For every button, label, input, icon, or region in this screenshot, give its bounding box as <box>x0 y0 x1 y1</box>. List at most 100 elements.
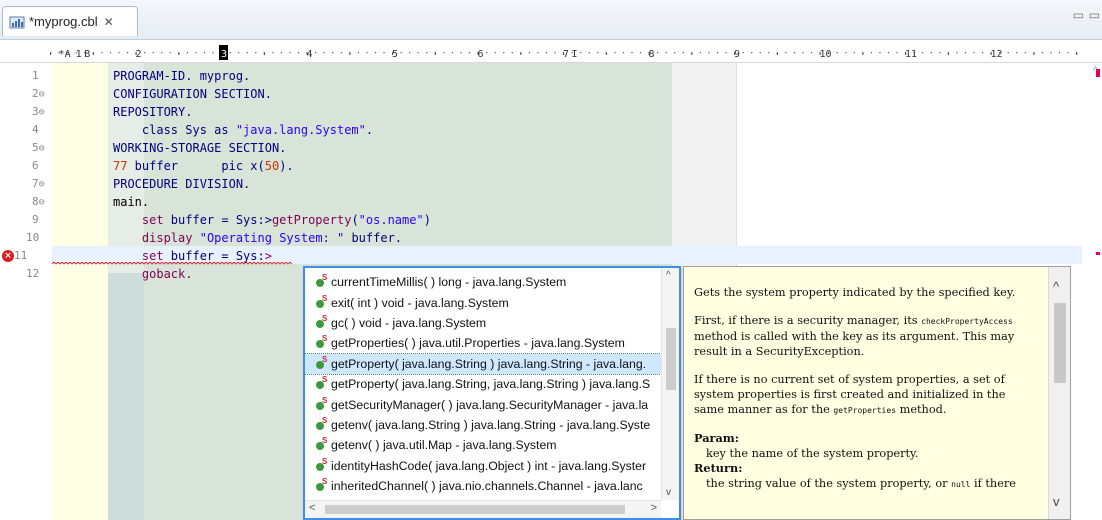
code-line[interactable]: 1 PROGRAM-ID. myprog. <box>0 67 740 85</box>
maximize-icon[interactable]: ▭ <box>1089 8 1100 22</box>
ruler-tick <box>639 52 642 54</box>
completion-item[interactable]: Sgetenv( ) java.util.Map - java.lang.Sys… <box>305 435 661 455</box>
completion-item[interactable]: SidentityHashCode( java.lang.Object ) in… <box>305 456 661 476</box>
code-line[interactable]: 11 × set buffer = Sys:> <box>0 247 740 265</box>
code-text: WORKING-STORAGE SECTION. <box>113 141 287 155</box>
scroll-left-icon[interactable]: < <box>309 502 315 514</box>
close-icon[interactable]: ✕ <box>104 15 114 29</box>
ruler-tick <box>161 52 163 54</box>
ruler-tick <box>323 52 325 54</box>
ruler-tick <box>537 52 539 54</box>
ruler-tick <box>366 52 368 54</box>
line-number: 4 <box>32 123 39 136</box>
ruler-tick <box>810 52 813 54</box>
scroll-right-icon[interactable]: > <box>651 502 657 514</box>
code-line[interactable]: 10 display "Operating System: " buffer. <box>0 229 740 247</box>
fold-toggle-icon[interactable]: ⊖ <box>39 107 45 118</box>
completion-list[interactable]: ScurrentTimeMillis( ) long - java.lang.S… <box>305 272 662 496</box>
ruler-tick <box>708 52 710 54</box>
ruler-tick <box>212 52 214 54</box>
code-line[interactable]: 5⊖ WORKING-STORAGE SECTION. <box>0 139 740 157</box>
code-text: goback. <box>113 267 193 281</box>
code-line[interactable]: 4 class Sys as "java.lang.System". <box>0 121 740 139</box>
completion-item[interactable]: Sexit( int ) void - java.lang.System <box>305 292 661 312</box>
completion-item[interactable]: Sgc( ) void - java.lang.System <box>305 313 661 333</box>
ruler-tick <box>357 52 359 54</box>
ruler-tick <box>50 52 52 55</box>
ruler-tick <box>776 52 778 55</box>
completion-item[interactable]: SinheritedChannel( ) java.nio.channels.C… <box>305 476 661 496</box>
code-text: set buffer = Sys:>getProperty("os.name") <box>113 213 431 227</box>
ruler-label: 11 <box>905 49 917 60</box>
ruler-label: *A <box>59 49 71 60</box>
ruler-tick <box>956 52 958 54</box>
code-text: set buffer = Sys:> <box>113 249 272 263</box>
ruler-tick <box>494 52 496 54</box>
completion-item[interactable]: ScurrentTimeMillis( ) long - java.lang.S… <box>305 272 661 292</box>
completion-item[interactable]: SgetProperties( ) java.util.Properties -… <box>305 333 661 353</box>
code-text: PROCEDURE DIVISION. <box>113 177 251 191</box>
completion-item[interactable]: SgetProperty( java.lang.String ) java.la… <box>305 352 662 375</box>
ruler-label: I <box>572 49 578 60</box>
content-assist-popup[interactable]: ScurrentTimeMillis( ) long - java.lang.S… <box>303 266 681 520</box>
scroll-thumb[interactable] <box>325 505 625 514</box>
ruler-tick <box>964 52 967 54</box>
line-number: 11 <box>14 249 28 262</box>
code-line[interactable]: 2⊖ CONFIGURATION SECTION. <box>0 85 740 103</box>
scroll-thumb[interactable] <box>666 328 676 390</box>
ruler-label: 5 <box>392 49 398 60</box>
ruler-tick <box>229 52 231 54</box>
javadoc-content: Gets the system property indicated by th… <box>694 285 1034 492</box>
static-method-icon: S <box>315 294 329 310</box>
code-line[interactable]: 6 77 buffer pic x(50). <box>0 157 740 175</box>
error-icon[interactable]: × <box>2 250 14 262</box>
code-line[interactable]: 7⊖ PROCEDURE DIVISION. <box>0 175 740 193</box>
ruler-tick <box>126 52 129 54</box>
code-text: REPOSITORY. <box>113 105 193 119</box>
code-line[interactable]: 9 set buffer = Sys:>getProperty("os.name… <box>0 211 740 229</box>
ruler-tick <box>486 52 488 54</box>
area-a-shaded <box>108 273 144 520</box>
ruler-tick <box>545 52 548 54</box>
ruler-tick <box>1024 52 1026 54</box>
fold-toggle-icon[interactable]: ⊖ <box>39 197 45 208</box>
ruler-tick <box>297 52 300 54</box>
scroll-thumb[interactable] <box>1054 303 1066 383</box>
ruler-tick <box>272 52 274 54</box>
scroll-down-icon[interactable]: v <box>666 487 671 498</box>
javadoc-hover[interactable]: Gets the system property indicated by th… <box>683 266 1071 520</box>
ruler-tick <box>289 52 291 54</box>
scroll-down-icon[interactable]: v <box>1053 494 1060 509</box>
scroll-up-icon[interactable]: ^ <box>666 270 671 281</box>
ruler-tick <box>503 52 505 54</box>
completion-horizontal-scrollbar[interactable]: < > <box>305 500 661 518</box>
code-line[interactable]: 8⊖ main. <box>0 193 740 211</box>
error-overview-marker[interactable] <box>1096 69 1100 77</box>
completion-vertical-scrollbar[interactable]: ^ v <box>661 268 679 500</box>
completion-item[interactable]: SgetProperty( java.lang.String, java.lan… <box>305 374 661 394</box>
static-method-icon: S <box>315 477 329 493</box>
fold-toggle-icon[interactable]: ⊖ <box>39 179 45 190</box>
ruler-tick <box>879 52 881 54</box>
fold-toggle-icon[interactable]: ⊖ <box>39 89 45 100</box>
ruler-tick <box>699 52 701 54</box>
fold-toggle-icon[interactable]: ⊖ <box>39 143 45 154</box>
ruler-tick <box>853 52 855 54</box>
tab-myprog[interactable]: *myprog.cbl ✕ <box>2 6 138 36</box>
static-method-icon: S <box>315 273 329 289</box>
doc-vertical-scrollbar[interactable]: ^ v <box>1048 267 1070 519</box>
ruler-tick <box>605 52 607 55</box>
minimize-icon[interactable]: ▭ <box>1073 8 1084 22</box>
completion-item[interactable]: Sgetenv( java.lang.String ) java.lang.St… <box>305 415 661 435</box>
ruler-tick <box>280 52 283 54</box>
static-method-icon: S <box>315 314 329 330</box>
completion-label: getSecurityManager( ) java.lang.Security… <box>331 397 649 412</box>
editor-tab-bar: *myprog.cbl ✕ ▭ ▭ <box>0 0 1102 40</box>
scroll-up-icon[interactable]: ^ <box>1053 279 1059 294</box>
error-overview-marker-line[interactable] <box>1096 252 1100 255</box>
ruler-tick <box>263 52 265 55</box>
ruler-tick <box>246 52 248 54</box>
ruler-tick <box>451 52 454 54</box>
code-line[interactable]: 3⊖ REPOSITORY. <box>0 103 740 121</box>
completion-item[interactable]: SgetSecurityManager( ) java.lang.Securit… <box>305 394 661 414</box>
